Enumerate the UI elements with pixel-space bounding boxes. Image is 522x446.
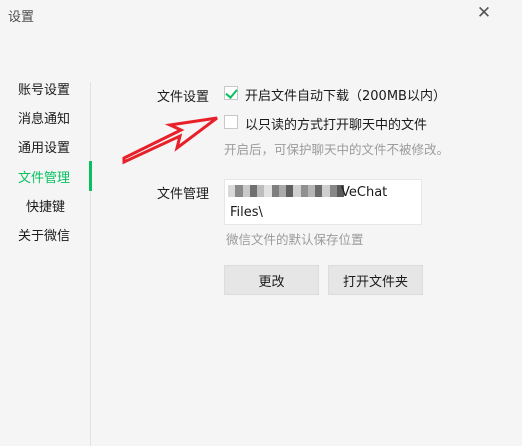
- close-button[interactable]: ✕: [464, 0, 504, 26]
- change-button[interactable]: 更改: [224, 265, 319, 295]
- sidebar: 账号设置 消息通知 通用设置 文件管理 快捷键 关于微信: [0, 0, 92, 446]
- close-icon: ✕: [476, 3, 492, 23]
- sidebar-item-general[interactable]: 通用设置: [0, 135, 90, 157]
- annotation-arrow-icon: [122, 116, 218, 165]
- file-settings-label: 文件设置: [157, 90, 210, 105]
- sidebar-item-label: 账号设置: [18, 83, 71, 98]
- path-visible-text: VeChat: [341, 185, 388, 200]
- open-folder-button[interactable]: 打开文件夹: [328, 265, 423, 295]
- sidebar-item-label: 消息通知: [18, 112, 71, 127]
- sidebar-item-notifications[interactable]: 消息通知: [0, 106, 90, 128]
- readonly-open-text[interactable]: 以只读的方式打开聊天中的文件: [245, 114, 427, 133]
- sidebar-divider: [90, 82, 91, 446]
- path-blur-mosaic: [228, 185, 344, 197]
- file-management-label: 文件管理: [157, 187, 210, 202]
- sidebar-item-account[interactable]: 账号设置: [0, 77, 90, 99]
- sidebar-item-shortcuts[interactable]: 快捷键: [0, 194, 90, 216]
- sidebar-item-label: 文件管理: [18, 171, 71, 186]
- auto-download-checkbox[interactable]: [224, 86, 238, 100]
- path-hint: 微信文件的默认保存位置: [226, 232, 364, 247]
- sidebar-item-label: 通用设置: [18, 141, 71, 156]
- sidebar-item-label: 关于微信: [18, 229, 71, 244]
- sidebar-active-indicator: [89, 161, 92, 191]
- sidebar-item-about[interactable]: 关于微信: [0, 223, 90, 245]
- sidebar-item-label: 快捷键: [26, 200, 66, 215]
- readonly-hint: 开启后，可保护聊天中的文件不被修改。: [224, 142, 450, 157]
- sidebar-item-file-management[interactable]: 文件管理: [0, 165, 90, 187]
- save-path-field[interactable]: VeChat Files\: [224, 179, 422, 225]
- auto-download-text[interactable]: 开启文件自动下载（200MB以内）: [245, 85, 446, 104]
- readonly-open-checkbox[interactable]: [224, 115, 238, 129]
- path-line-2: Files\: [230, 205, 263, 220]
